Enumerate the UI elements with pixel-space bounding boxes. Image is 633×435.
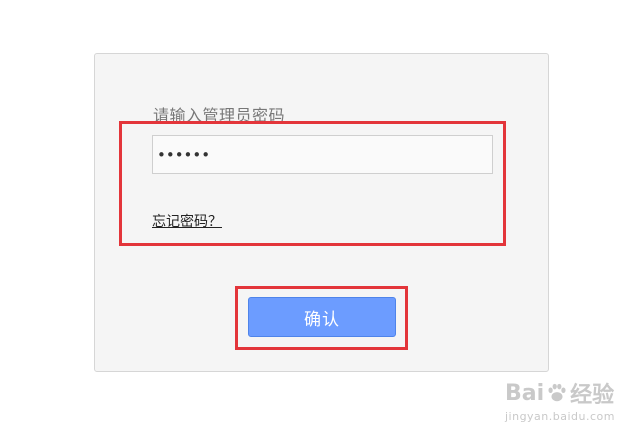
password-prompt-label: 请输入管理员密码 xyxy=(153,106,286,125)
confirm-button[interactable]: 确认 xyxy=(248,297,396,337)
paw-icon xyxy=(548,383,566,402)
watermark-brand-right: 经验 xyxy=(570,383,615,408)
forgot-password-link[interactable]: 忘记密码？ xyxy=(152,211,222,231)
admin-login-page: 请输入管理员密码 忘记密码？ 确认 Bai 经验 jingyan.baidu.c… xyxy=(0,0,633,435)
baidu-jingyan-watermark: Bai 经验 jingyan.baidu.com xyxy=(504,377,615,424)
admin-password-input[interactable] xyxy=(152,135,493,174)
watermark-url: jingyan.baidu.com xyxy=(504,410,615,423)
watermark-brand-left: Bai xyxy=(504,380,545,406)
